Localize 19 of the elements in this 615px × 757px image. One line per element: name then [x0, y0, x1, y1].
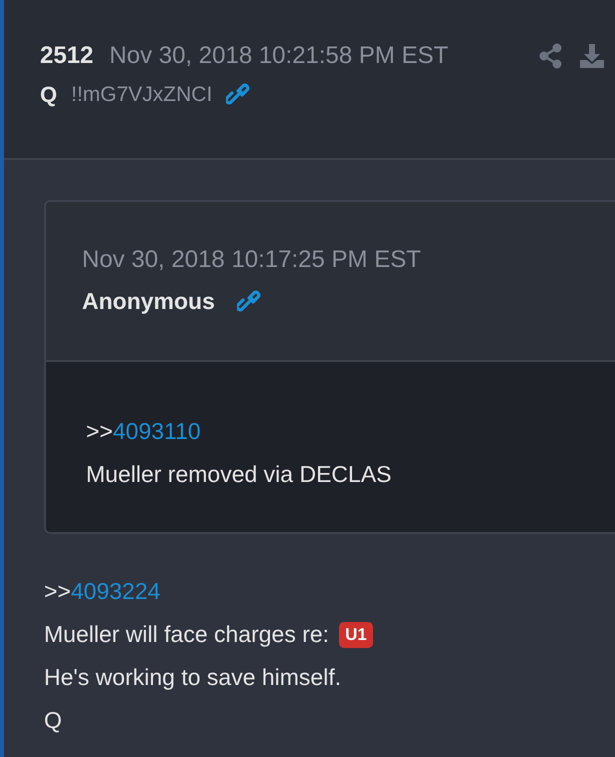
quote-marker: >>: [44, 577, 71, 606]
post-date: Nov 30, 2018 10:21:58 PM EST: [109, 42, 448, 70]
message-text: Q: [44, 706, 62, 735]
quote-marker: >>: [86, 417, 113, 446]
post-link[interactable]: 4093110: [112, 410, 201, 453]
post-link[interactable]: 4093224: [70, 570, 160, 613]
message-text: Mueller removed via DECLAS: [86, 460, 393, 489]
tripcode: !!mG7VJxZNCI: [71, 83, 212, 107]
message-text: He's working to save himself.: [44, 663, 342, 692]
quote-author: Anonymous: [82, 288, 215, 315]
tag: U1: [339, 622, 373, 648]
download-icon[interactable]: [579, 43, 605, 69]
author-name: Q: [40, 82, 58, 108]
message-text: Mueller will face charges re:: [44, 620, 330, 649]
post-number: 2512: [40, 42, 94, 70]
quote-date: Nov 30, 2018 10:17:25 PM EST: [82, 246, 422, 274]
share-icon[interactable]: [539, 43, 563, 69]
link-icon[interactable]: [236, 290, 261, 314]
link-icon[interactable]: [226, 83, 250, 107]
